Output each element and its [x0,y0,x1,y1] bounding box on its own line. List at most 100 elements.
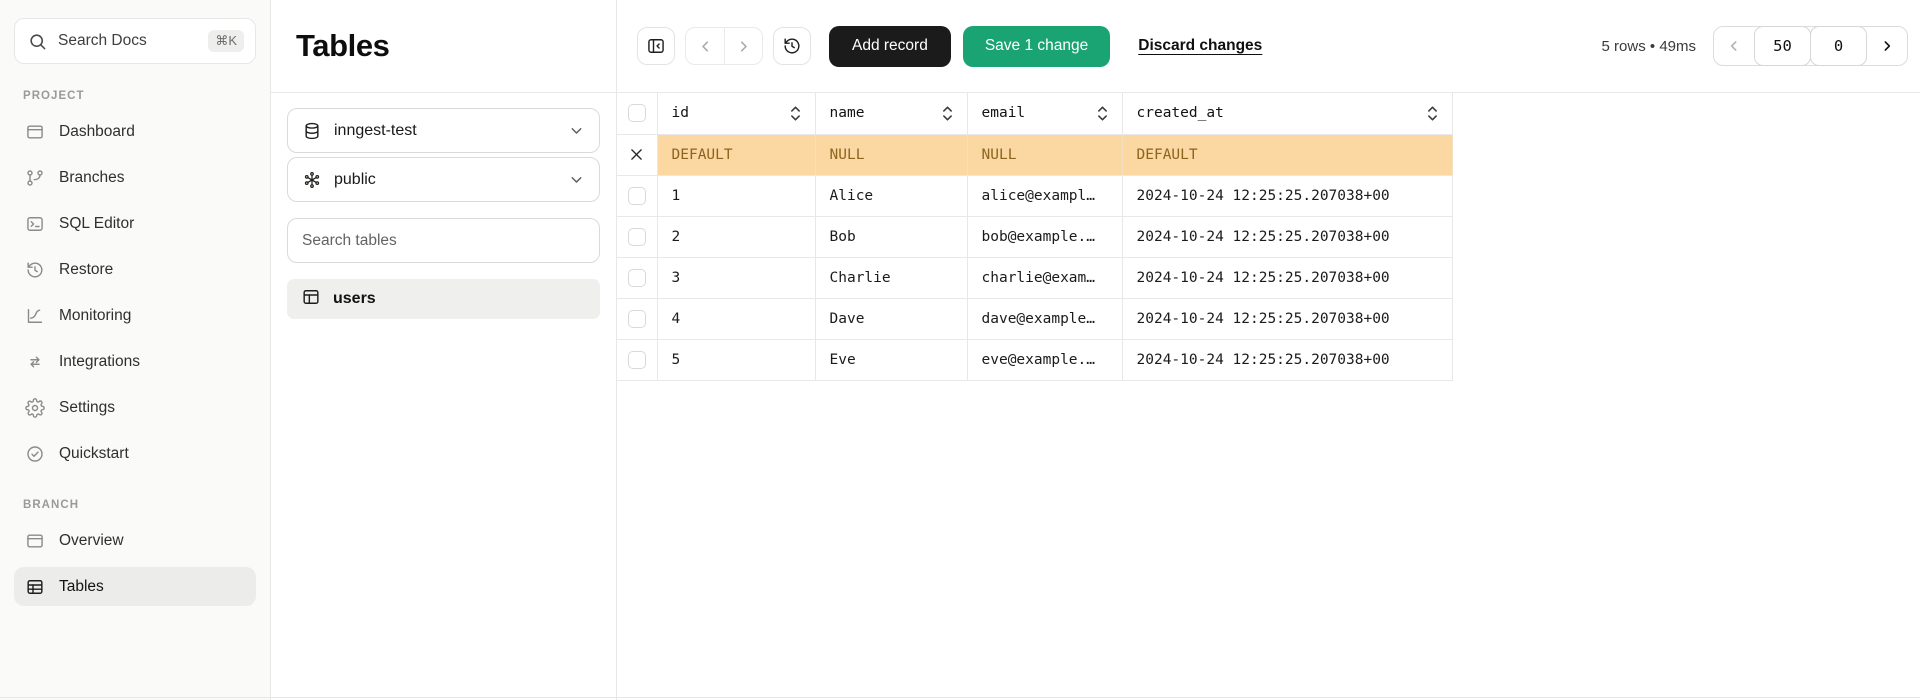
row-checkbox[interactable] [628,228,646,246]
cell-created-at[interactable]: 2024-10-24 12:25:25.207038+00 [1122,175,1452,216]
cell-name[interactable]: Dave [815,298,967,339]
collapse-panel-button[interactable] [637,27,675,65]
row-checkbox[interactable] [628,310,646,328]
search-tables-input[interactable] [287,218,600,263]
records-table: id name email created_at [617,93,1453,381]
sidebar-item-monitoring[interactable]: Monitoring [14,296,256,335]
cell-email[interactable]: eve@example.… [967,339,1122,380]
column-header-email[interactable]: email [967,93,1122,134]
database-selector[interactable]: inngest-test [287,108,600,153]
row-checkbox[interactable] [628,187,646,205]
search-docs-button[interactable]: Search Docs ⌘K [14,18,256,64]
sort-icon[interactable] [790,106,801,121]
dashboard-icon [25,122,45,142]
cell-created-at[interactable]: 2024-10-24 12:25:25.207038+00 [1122,339,1452,380]
page-size-field[interactable]: 50 [1754,26,1811,66]
pending-cell[interactable]: DEFAULT [657,134,815,175]
chevron-down-icon [568,171,585,188]
back-button[interactable] [686,28,724,64]
section-label-branch: BRANCH [23,499,247,511]
forward-button[interactable] [724,28,762,64]
sidebar-item-label: Integrations [59,353,140,371]
header-row: id name email created_at [617,93,1452,134]
cell-email[interactable]: bob@example.… [967,216,1122,257]
save-changes-button[interactable]: Save 1 change [963,26,1110,67]
sidebar-item-label: SQL Editor [59,215,134,233]
row-checkbox[interactable] [628,351,646,369]
history-nav-group [685,27,763,65]
panel-body: inngest-test public users [271,93,616,334]
row-select-cell [617,339,657,380]
row-select-cell [617,175,657,216]
select-all-checkbox[interactable] [628,104,646,122]
table-item-users[interactable]: users [287,279,600,319]
cell-id[interactable]: 3 [657,257,815,298]
table-row: 3Charliecharlie@exam…2024-10-24 12:25:25… [617,257,1452,298]
page-offset-field[interactable]: 0 [1810,26,1867,66]
cell-id[interactable]: 2 [657,216,815,257]
next-page-button[interactable] [1867,27,1907,65]
sidebar-item-label: Branches [59,169,124,187]
sort-icon[interactable] [1097,106,1108,121]
chevron-down-icon [568,122,585,139]
sidebar-item-overview[interactable]: Overview [14,521,256,560]
column-header-name[interactable]: name [815,93,967,134]
history-button[interactable] [773,27,811,65]
database-icon [302,121,322,141]
sidebar-item-integrations[interactable]: Integrations [14,342,256,381]
remove-pending-row-button[interactable] [617,135,657,175]
sort-icon[interactable] [1427,106,1438,121]
overview-icon [25,531,45,551]
cell-name[interactable]: Bob [815,216,967,257]
cell-created-at[interactable]: 2024-10-24 12:25:25.207038+00 [1122,257,1452,298]
cell-name[interactable]: Eve [815,339,967,380]
section-label-project: PROJECT [23,90,247,102]
column-header-id[interactable]: id [657,93,815,134]
sidebar-item-restore[interactable]: Restore [14,250,256,289]
panel-header: Tables [271,0,616,93]
tables-list: users [287,279,600,319]
cell-email[interactable]: dave@example… [967,298,1122,339]
pagination-control: 50 0 [1713,26,1908,66]
sidebar-item-sql-editor[interactable]: SQL Editor [14,204,256,243]
cell-name[interactable]: Alice [815,175,967,216]
cell-name[interactable]: Charlie [815,257,967,298]
column-header-label: created_at [1137,105,1224,121]
schema-selector[interactable]: public [287,157,600,202]
main-area: Add record Save 1 change Discard changes… [617,0,1920,700]
pending-cell[interactable]: DEFAULT [1122,134,1452,175]
pending-cell[interactable]: NULL [967,134,1122,175]
cell-id[interactable]: 4 [657,298,815,339]
search-icon [28,32,47,51]
sidebar-item-settings[interactable]: Settings [14,388,256,427]
add-record-button[interactable]: Add record [829,26,951,67]
app-window: Search Docs ⌘K PROJECT Dashboard Branche… [0,0,1920,700]
cell-id[interactable]: 1 [657,175,815,216]
sort-icon[interactable] [942,106,953,121]
cell-created-at[interactable]: 2024-10-24 12:25:25.207038+00 [1122,216,1452,257]
sidebar-item-quickstart[interactable]: Quickstart [14,434,256,473]
table-row: 4Davedave@example…2024-10-24 12:25:25.20… [617,298,1452,339]
sidebar-item-branches[interactable]: Branches [14,158,256,197]
toolbar-right: 5 rows • 49ms 50 0 [1602,26,1908,66]
sidebar: Search Docs ⌘K PROJECT Dashboard Branche… [0,0,271,700]
pending-cell[interactable]: NULL [815,134,967,175]
sidebar-item-tables[interactable]: Tables [14,567,256,606]
page-title: Tables [296,28,390,64]
settings-icon [25,398,45,418]
row-checkbox[interactable] [628,269,646,287]
sidebar-item-label: Dashboard [59,123,135,141]
sidebar-item-dashboard[interactable]: Dashboard [14,112,256,151]
table-row: 1Alicealice@exampl…2024-10-24 12:25:25.2… [617,175,1452,216]
cell-created-at[interactable]: 2024-10-24 12:25:25.207038+00 [1122,298,1452,339]
cell-id[interactable]: 5 [657,339,815,380]
previous-page-button[interactable] [1714,27,1754,65]
cell-email[interactable]: alice@exampl… [967,175,1122,216]
cell-email[interactable]: charlie@exam… [967,257,1122,298]
column-header-created-at[interactable]: created_at [1122,93,1452,134]
close-icon [628,146,645,163]
row-select-cell [617,298,657,339]
table-icon [301,287,321,312]
discard-changes-link[interactable]: Discard changes [1138,37,1262,55]
quickstart-icon [25,444,45,464]
